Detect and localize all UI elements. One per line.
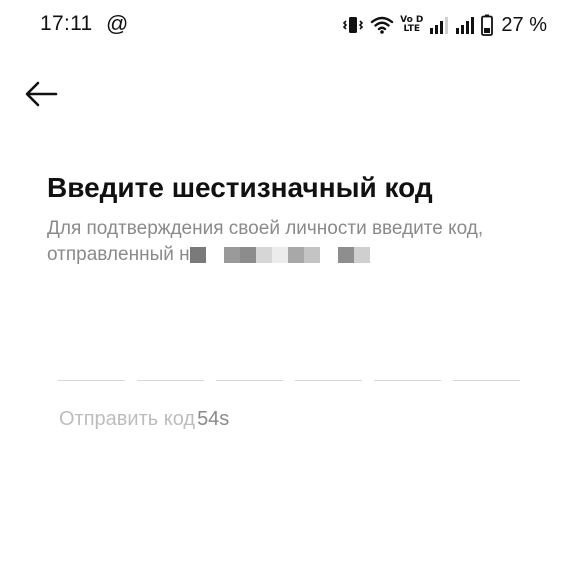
code-digit-5[interactable] [374, 362, 441, 381]
vibrate-icon [343, 17, 364, 33]
code-digit-3[interactable] [216, 362, 283, 381]
signal-icon-2 [456, 17, 475, 34]
back-button[interactable] [22, 76, 62, 112]
status-icons: Vo D LTE 27 % [342, 12, 547, 38]
arrow-left-icon [25, 81, 58, 107]
wifi-icon [370, 16, 394, 34]
resend-code-button[interactable]: Отправить код 54s [59, 408, 229, 431]
code-digit-1[interactable] [58, 362, 125, 381]
code-digit-4[interactable] [295, 362, 362, 381]
code-input[interactable] [58, 362, 520, 382]
resend-timer: 54s [197, 408, 230, 430]
volte-icon: Vo D LTE [400, 15, 424, 34]
battery-icon [481, 14, 494, 36]
subtitle: Для подтверждения своей личности введите… [47, 216, 517, 268]
at-sign-icon: @ [106, 11, 129, 36]
code-digit-6[interactable] [453, 362, 520, 381]
battery-percent: 27 % [501, 13, 547, 36]
code-digit-2[interactable] [137, 362, 204, 381]
resend-label: Отправить код [59, 408, 196, 430]
status-bar: 17:11 @ Vo D LTE 27 % [0, 0, 575, 50]
redacted-phone [189, 245, 370, 263]
status-time: 17:11 [40, 12, 93, 35]
signal-icon [430, 17, 449, 34]
page-title: Введите шестизначный код [47, 172, 433, 203]
